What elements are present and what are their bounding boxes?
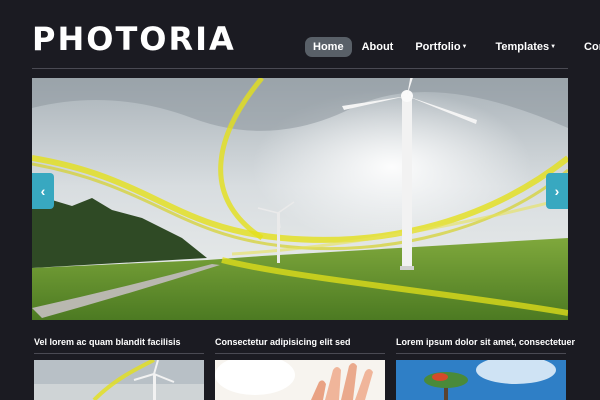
nav-item-portfolio[interactable]: Portfolio▼ xyxy=(407,37,475,57)
feature-divider xyxy=(396,353,566,354)
feature-title[interactable]: Vel lorem ac quam blandit facilisis xyxy=(34,335,204,349)
nav-item-templates[interactable]: Templates▼ xyxy=(488,37,565,57)
nav-item-contact[interactable]: Contact xyxy=(576,37,600,57)
feature-column-2: Consectetur adipisicing elit sed xyxy=(215,335,385,354)
wind-turbine-photo xyxy=(32,78,568,320)
nav-item-about[interactable]: About xyxy=(354,37,402,57)
main-nav: Home About Portfolio▼ Templates▼ Contact xyxy=(305,36,600,58)
wind-turbine-thumbnail xyxy=(34,360,204,400)
feature-thumbnail-2[interactable] xyxy=(215,360,385,400)
feature-title[interactable]: Consectetur adipisicing elit sed xyxy=(215,335,385,349)
chevron-right-icon: › xyxy=(554,183,560,199)
header: PHOTORIA Home About Portfolio▼ Templates… xyxy=(0,0,600,70)
header-divider xyxy=(32,68,568,69)
site-logo[interactable]: PHOTORIA xyxy=(32,20,236,58)
feature-thumbnail-1[interactable] xyxy=(34,360,204,400)
nav-item-home[interactable]: Home xyxy=(305,37,352,57)
feature-thumbnail-3[interactable] xyxy=(396,360,566,400)
tree-sky-thumbnail xyxy=(396,360,566,400)
feature-title[interactable]: Lorem ipsum dolor sit amet, consectetuer xyxy=(396,335,575,349)
caret-down-icon: ▼ xyxy=(461,44,468,50)
nav-item-label: Templates xyxy=(495,41,550,53)
feature-divider xyxy=(34,353,204,354)
nav-item-label: About xyxy=(361,41,394,53)
hand-light-thumbnail xyxy=(215,360,385,400)
nav-item-label: Home xyxy=(313,41,344,53)
hero-slider-image xyxy=(32,78,568,320)
slider-next-button[interactable]: › xyxy=(546,173,568,209)
nav-item-label: Contact xyxy=(584,41,600,53)
feature-divider xyxy=(215,353,385,354)
slider-prev-button[interactable]: ‹ xyxy=(32,173,54,209)
feature-column-1: Vel lorem ac quam blandit facilisis xyxy=(34,335,204,354)
nav-item-label: Portfolio xyxy=(415,41,461,53)
chevron-left-icon: ‹ xyxy=(40,183,46,199)
caret-down-icon: ▼ xyxy=(550,44,557,50)
feature-column-3: Lorem ipsum dolor sit amet, consectetuer xyxy=(396,335,575,354)
